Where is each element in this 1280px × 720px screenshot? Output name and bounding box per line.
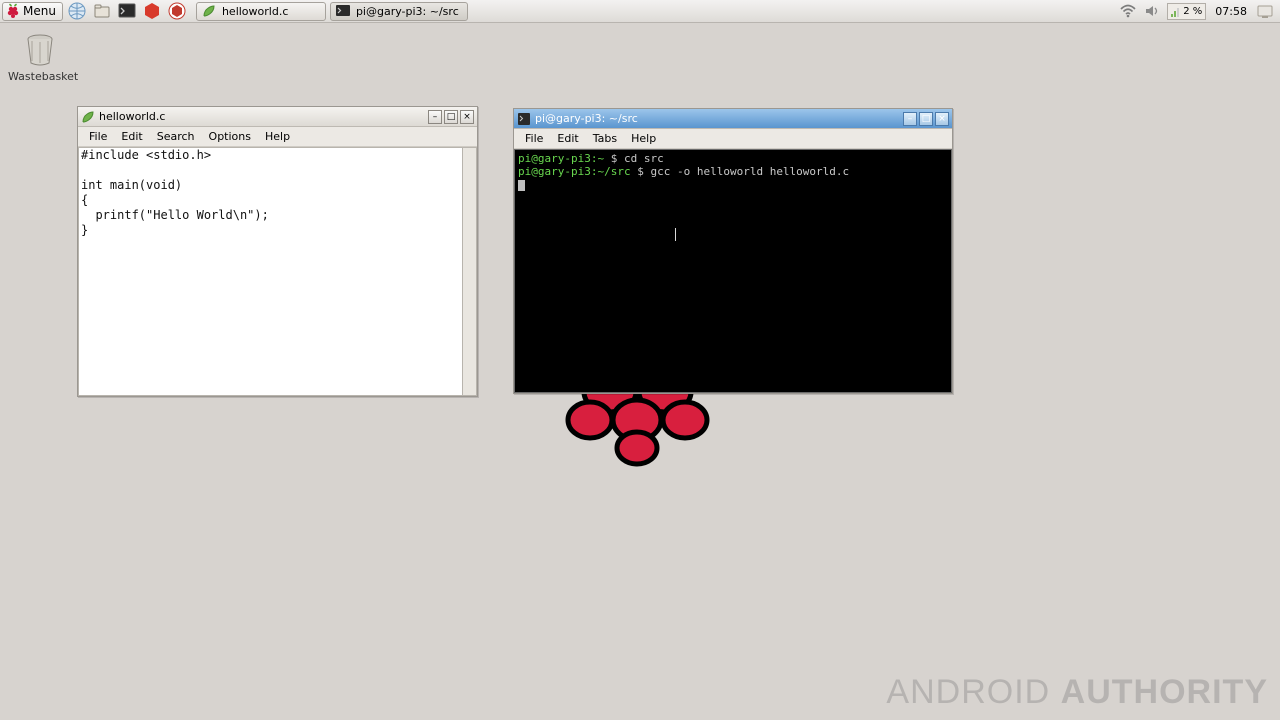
terminal-menubar: File Edit Tabs Help (514, 129, 952, 149)
file-manager-launcher-icon[interactable] (91, 2, 113, 21)
leafpad-icon (81, 110, 95, 124)
close-button[interactable]: × (935, 112, 949, 126)
editor-titlebar[interactable]: helloworld.c – □ × (78, 107, 477, 127)
menu-help[interactable]: Help (258, 128, 297, 145)
leafpad-icon (201, 3, 217, 19)
wifi-icon[interactable] (1119, 2, 1137, 20)
taskbar-item-editor[interactable]: helloworld.c (196, 2, 326, 21)
taskbar-item-terminal-label: pi@gary-pi3: ~/src (356, 5, 459, 18)
terminal-body[interactable]: pi@gary-pi3:~ $ cd src pi@gary-pi3:~/src… (514, 149, 952, 393)
cpu-usage[interactable]: 2 % (1167, 3, 1206, 20)
menu-file[interactable]: File (82, 128, 114, 145)
web-browser-launcher-icon[interactable] (66, 2, 88, 21)
menu-button[interactable]: Menu (2, 2, 63, 21)
terminal-titlebar[interactable]: pi@gary-pi3: ~/src – □ × (514, 109, 952, 129)
terminal-title: pi@gary-pi3: ~/src (535, 112, 903, 125)
terminal-line: pi@gary-pi3:~/src $ gcc -o helloworld he… (518, 165, 948, 178)
system-tray: 2 % 07:58 (1119, 2, 1278, 20)
minimize-button[interactable]: – (428, 110, 442, 124)
wastebasket-icon[interactable]: Wastebasket (8, 30, 72, 83)
close-button[interactable]: × (460, 110, 474, 124)
menu-edit[interactable]: Edit (114, 128, 149, 145)
wastebasket-label: Wastebasket (8, 70, 72, 83)
clock[interactable]: 07:58 (1212, 5, 1250, 18)
menu-tabs[interactable]: Tabs (586, 130, 624, 147)
watermark: ANDROID AUTHORITY (886, 673, 1268, 712)
maximize-button[interactable]: □ (444, 110, 458, 124)
raspberry-pi-icon (6, 3, 20, 19)
editor-window: helloworld.c – □ × File Edit Search Opti… (77, 106, 478, 397)
menu-label: Menu (23, 4, 56, 18)
terminal-line: pi@gary-pi3:~ $ cd src (518, 152, 948, 165)
menu-options[interactable]: Options (202, 128, 258, 145)
minimize-button[interactable]: – (903, 112, 917, 126)
mathematica-launcher-icon[interactable] (141, 2, 163, 21)
logout-icon[interactable] (1256, 2, 1274, 20)
menu-help[interactable]: Help (624, 130, 663, 147)
menu-file[interactable]: File (518, 130, 550, 147)
taskbar-item-terminal[interactable]: pi@gary-pi3: ~/src (330, 2, 468, 21)
terminal-icon (335, 3, 351, 19)
menu-edit[interactable]: Edit (550, 130, 585, 147)
terminal-launcher-icon[interactable] (116, 2, 138, 21)
maximize-button[interactable]: □ (919, 112, 933, 126)
terminal-icon (517, 112, 531, 126)
editor-menubar: File Edit Search Options Help (78, 127, 477, 147)
terminal-window: pi@gary-pi3: ~/src – □ × File Edit Tabs … (513, 108, 953, 394)
cpu-usage-text: 2 % (1183, 6, 1202, 17)
menu-search[interactable]: Search (150, 128, 202, 145)
editor-scrollbar[interactable] (463, 147, 477, 396)
editor-title: helloworld.c (99, 110, 428, 123)
terminal-text-caret (675, 228, 676, 241)
editor-textarea[interactable]: #include <stdio.h> int main(void) { prin… (78, 147, 463, 396)
terminal-cursor-line (518, 178, 948, 191)
wolfram-launcher-icon[interactable] (166, 2, 188, 21)
volume-icon[interactable] (1143, 2, 1161, 20)
trash-icon (21, 30, 59, 68)
terminal-block-cursor (518, 180, 525, 191)
taskbar-item-editor-label: helloworld.c (222, 5, 288, 18)
taskbar: Menu helloworld.c pi@gary-pi3: ~/src (0, 0, 1280, 23)
